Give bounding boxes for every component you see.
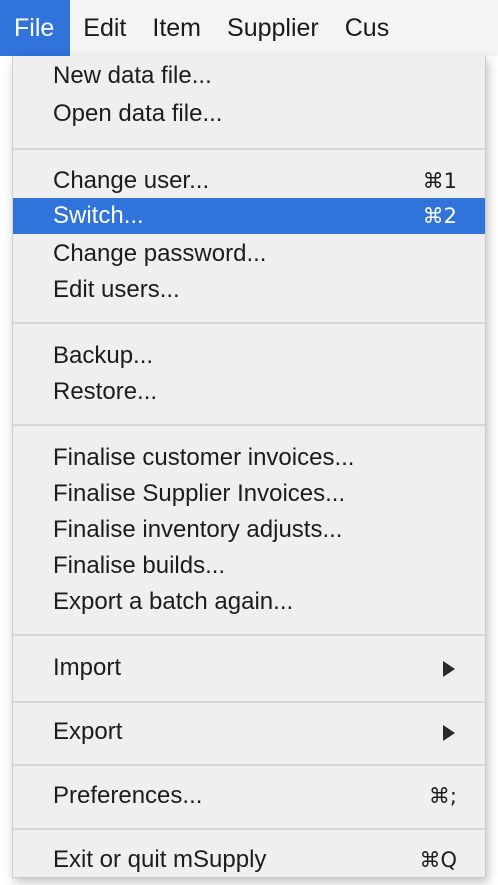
menu-item-label: Preferences... [53,782,203,809]
shortcut-label: ⌘Q [419,848,457,872]
menu-item-label: Change user... [53,167,210,194]
menu-item-label: Export [53,718,123,745]
menu-separator [13,322,485,324]
menu-separator [13,424,485,426]
menu-item-label: Finalise customer invoices... [53,444,355,471]
menu-separator [13,634,485,636]
menu-item-finalise-builds[interactable]: Finalise builds... [13,548,485,584]
menu-separator [13,764,485,766]
menu-item-backup[interactable]: Backup... [13,338,485,374]
submenu-arrow-icon [443,725,455,741]
shortcut-label: ⌘1 [422,169,457,193]
file-menu-dropdown: New data file... Open data file... Chang… [12,56,486,878]
menu-item-switch[interactable]: Switch... ⌘2 [13,198,485,234]
menu-item-edit-users[interactable]: Edit users... [13,272,485,308]
menu-item-import[interactable]: Import [13,650,485,686]
menu-item-restore[interactable]: Restore... [13,374,485,410]
menu-item-exit[interactable]: Exit or quit mSupply ⌘Q [13,842,485,877]
menu-bar: File Edit Item Supplier Cus [0,0,498,56]
menubar-supplier[interactable]: Supplier [214,0,332,56]
menu-item-label: Open data file... [53,100,223,127]
submenu-arrow-icon [443,661,455,677]
menu-item-change-password[interactable]: Change password... [13,236,485,272]
menu-item-label: Import [53,654,122,681]
menu-item-new-data-file[interactable]: New data file... [13,58,485,94]
menu-item-preferences[interactable]: Preferences... ⌘; [13,778,485,814]
menu-separator [13,701,485,703]
menu-item-finalise-inventory-adjusts[interactable]: Finalise inventory adjusts... [13,512,485,548]
menubar-edit[interactable]: Edit [70,0,139,56]
menu-item-finalise-customer-invoices[interactable]: Finalise customer invoices... [13,440,485,476]
menu-separator [13,148,485,150]
menu-item-label: Finalise Supplier Invoices... [53,480,346,507]
menu-item-label: Switch... [53,202,144,229]
menu-item-export-batch-again[interactable]: Export a batch again... [13,584,485,620]
menu-item-change-user[interactable]: Change user... ⌘1 [13,163,485,199]
menu-item-label: Finalise builds... [53,552,226,579]
menu-item-finalise-supplier-invoices[interactable]: Finalise Supplier Invoices... [13,476,485,512]
menu-item-label: Edit users... [53,276,180,303]
menu-item-label: Backup... [53,342,154,369]
menu-item-label: Exit or quit mSupply [53,846,267,873]
menubar-item[interactable]: Item [139,0,214,56]
menu-item-label: Export a batch again... [53,588,294,615]
menu-item-label: Restore... [53,378,158,405]
menu-item-export[interactable]: Export [13,714,485,750]
menu-item-label: Finalise inventory adjusts... [53,516,343,543]
menu-item-open-data-file[interactable]: Open data file... [13,96,485,132]
menubar-file[interactable]: File [0,0,71,56]
menubar-customer[interactable]: Cus [332,0,402,56]
menu-item-label: New data file... [53,62,212,89]
menu-item-label: Change password... [53,240,267,267]
shortcut-label: ⌘2 [422,204,457,228]
menu-separator [13,828,485,830]
shortcut-label: ⌘; [428,784,457,808]
